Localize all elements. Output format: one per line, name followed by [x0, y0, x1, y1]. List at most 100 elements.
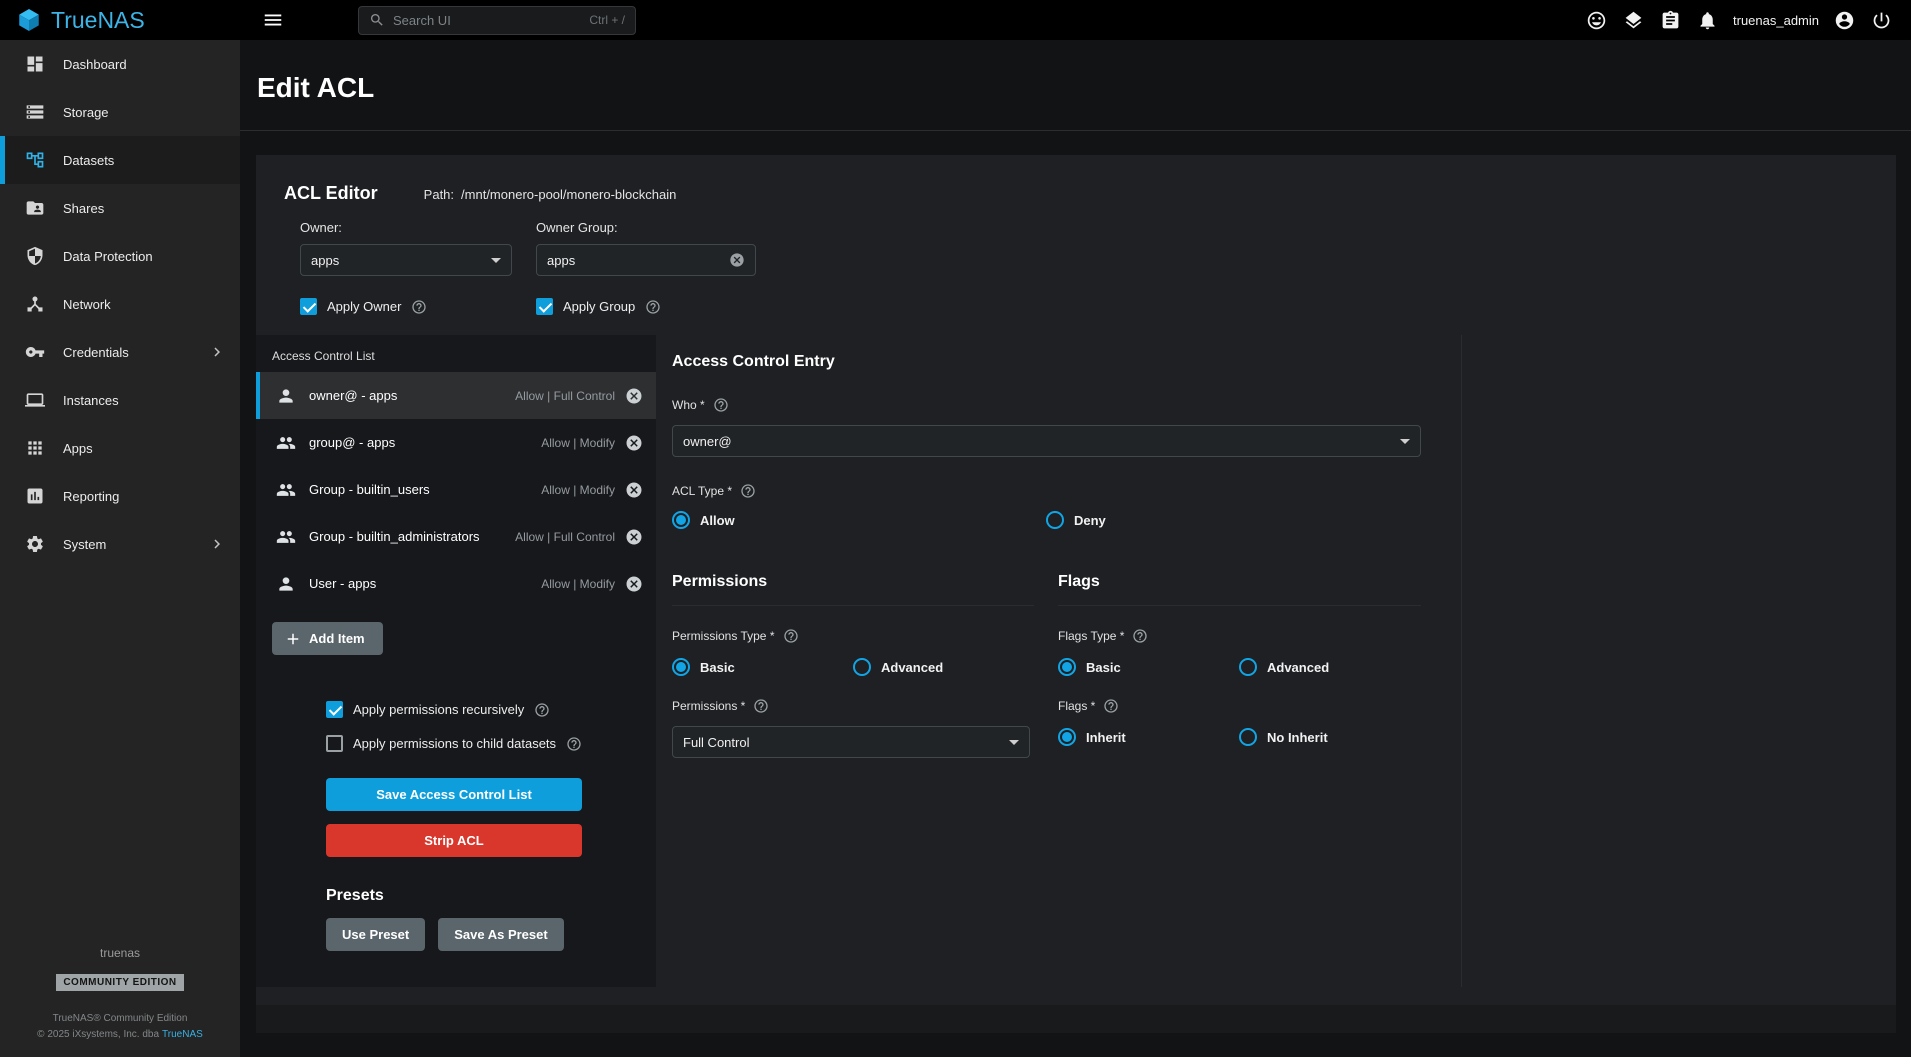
- help-icon[interactable]: [753, 698, 769, 714]
- help-icon[interactable]: [566, 736, 582, 752]
- sidebar-item-apps[interactable]: Apps: [0, 424, 240, 472]
- help-icon[interactable]: [713, 397, 729, 413]
- owner-label: Owner:: [300, 220, 512, 235]
- path-label: Path:: [424, 187, 454, 202]
- delete-entry-icon[interactable]: [625, 434, 643, 452]
- acl-entry-permission: Allow | Modify: [541, 436, 615, 450]
- acl-entry[interactable]: Group - builtin_administrators Allow | F…: [256, 513, 656, 560]
- page-title: Edit ACL: [240, 40, 1911, 130]
- sidebar-item-reporting[interactable]: Reporting: [0, 472, 240, 520]
- chevron-right-icon: [208, 535, 226, 553]
- radio-flags-advanced[interactable]: Advanced: [1239, 658, 1329, 676]
- search-shortcut: Ctrl + /: [589, 13, 625, 27]
- sidebar-item-network[interactable]: Network: [0, 280, 240, 328]
- help-icon[interactable]: [645, 299, 661, 315]
- clear-input-icon[interactable]: [729, 252, 745, 268]
- radio-selected-icon: [1058, 658, 1076, 676]
- acl-entry[interactable]: group@ - apps Allow | Modify: [256, 419, 656, 466]
- notifications-bell-icon[interactable]: [1692, 5, 1723, 36]
- owner-group-input[interactable]: apps: [536, 244, 756, 276]
- plus-icon: [284, 630, 302, 648]
- acl-entry-permission: Allow | Modify: [541, 577, 615, 591]
- apply-recursively-label: Apply permissions recursively: [353, 702, 524, 717]
- strip-acl-button[interactable]: Strip ACL: [326, 824, 582, 857]
- apply-group-checkbox[interactable]: Apply Group: [536, 298, 661, 315]
- who-select[interactable]: owner@: [672, 425, 1421, 457]
- radio-inherit[interactable]: Inherit: [1058, 728, 1239, 746]
- sidebar-item-dashboard[interactable]: Dashboard: [0, 40, 240, 88]
- acl-entry[interactable]: Group - builtin_users Allow | Modify: [256, 466, 656, 513]
- sidebar-item-label: System: [63, 537, 106, 552]
- sidebar-item-label: Dashboard: [63, 57, 127, 72]
- sidebar-item-data-protection[interactable]: Data Protection: [0, 232, 240, 280]
- delete-entry-icon[interactable]: [625, 528, 643, 546]
- apply-group-label: Apply Group: [563, 299, 635, 314]
- permissions-heading: Permissions: [672, 573, 1034, 606]
- truenas-logo[interactable]: TrueNAS: [0, 7, 224, 34]
- acl-entry-name: group@ - apps: [309, 435, 395, 450]
- jobs-layers-icon[interactable]: [1618, 5, 1649, 36]
- sidebar-item-storage[interactable]: Storage: [0, 88, 240, 136]
- menu-icon[interactable]: [258, 5, 288, 35]
- radio-allow[interactable]: Allow: [672, 511, 1046, 529]
- help-icon[interactable]: [411, 299, 427, 315]
- sidebar-item-instances[interactable]: Instances: [0, 376, 240, 424]
- radio-unselected-icon: [1046, 511, 1064, 529]
- radio-flags-basic[interactable]: Basic: [1058, 658, 1239, 676]
- apply-child-datasets-checkbox[interactable]: Apply permissions to child datasets: [326, 735, 656, 752]
- apply-owner-checkbox[interactable]: Apply Owner: [300, 298, 536, 315]
- radio-deny[interactable]: Deny: [1046, 511, 1106, 529]
- save-acl-button[interactable]: Save Access Control List: [326, 778, 582, 811]
- delete-entry-icon[interactable]: [625, 575, 643, 593]
- flags-heading: Flags: [1058, 573, 1421, 606]
- sidebar-item-label: Shares: [63, 201, 104, 216]
- save-as-preset-button[interactable]: Save As Preset: [438, 918, 563, 951]
- key-icon: [25, 342, 45, 362]
- radio-no-inherit[interactable]: No Inherit: [1239, 728, 1328, 746]
- sidebar-item-system[interactable]: System: [0, 520, 240, 568]
- sidebar-item-label: Data Protection: [63, 249, 153, 264]
- radio-selected-icon: [672, 511, 690, 529]
- edition-badge: COMMUNITY EDITION: [56, 974, 183, 991]
- help-icon[interactable]: [740, 483, 756, 499]
- help-icon[interactable]: [1132, 628, 1148, 644]
- footer-copyright: © 2025 iXsystems, Inc. dbaTrueNAS: [37, 1027, 203, 1043]
- sidebar-item-shares[interactable]: Shares: [0, 184, 240, 232]
- radio-permissions-basic[interactable]: Basic: [672, 658, 853, 676]
- help-icon[interactable]: [1103, 698, 1119, 714]
- search-box[interactable]: Ctrl + /: [358, 6, 636, 35]
- use-preset-button[interactable]: Use Preset: [326, 918, 425, 951]
- help-icon[interactable]: [783, 628, 799, 644]
- apply-recursively-checkbox[interactable]: Apply permissions recursively: [326, 701, 656, 718]
- permissions-select[interactable]: Full Control: [672, 726, 1030, 758]
- feedback-smiley-icon[interactable]: [1581, 5, 1612, 36]
- sidebar-item-datasets[interactable]: Datasets: [0, 136, 240, 184]
- power-icon[interactable]: [1866, 5, 1897, 36]
- topbar-actions: truenas_admin: [1581, 5, 1911, 36]
- radio-permissions-advanced[interactable]: Advanced: [853, 658, 943, 676]
- running-jobs-clipboard-icon[interactable]: [1655, 5, 1686, 36]
- sidebar-item-label: Apps: [63, 441, 93, 456]
- flags-section: Flags Flags Type * Basic: [1058, 573, 1421, 758]
- sidebar-item-credentials[interactable]: Credentials: [0, 328, 240, 376]
- person-icon: [276, 574, 296, 594]
- account-circle-icon[interactable]: [1829, 5, 1860, 36]
- who-value: owner@: [683, 434, 732, 449]
- acl-entry[interactable]: owner@ - apps Allow | Full Control: [256, 372, 656, 419]
- add-item-button[interactable]: Add Item: [272, 622, 383, 655]
- main-content: Edit ACL ACL Editor Path: /mnt/monero-po…: [240, 40, 1911, 1057]
- owner-select[interactable]: apps: [300, 244, 512, 276]
- delete-entry-icon[interactable]: [625, 481, 643, 499]
- permissions-type-label: Permissions Type *: [672, 628, 1034, 644]
- help-icon[interactable]: [534, 702, 550, 718]
- search-input[interactable]: [393, 13, 581, 28]
- delete-entry-icon[interactable]: [625, 387, 643, 405]
- footer-brand-link[interactable]: TrueNAS: [162, 1029, 203, 1040]
- acl-entry-name: owner@ - apps: [309, 388, 397, 403]
- owner-group-field-group: Owner Group: apps: [536, 220, 756, 276]
- acl-entry[interactable]: User - apps Allow | Modify: [256, 560, 656, 607]
- radio-unselected-icon: [853, 658, 871, 676]
- apply-child-datasets-label: Apply permissions to child datasets: [353, 736, 556, 751]
- owner-field-group: Owner: apps: [300, 220, 512, 276]
- shield-icon: [25, 246, 45, 266]
